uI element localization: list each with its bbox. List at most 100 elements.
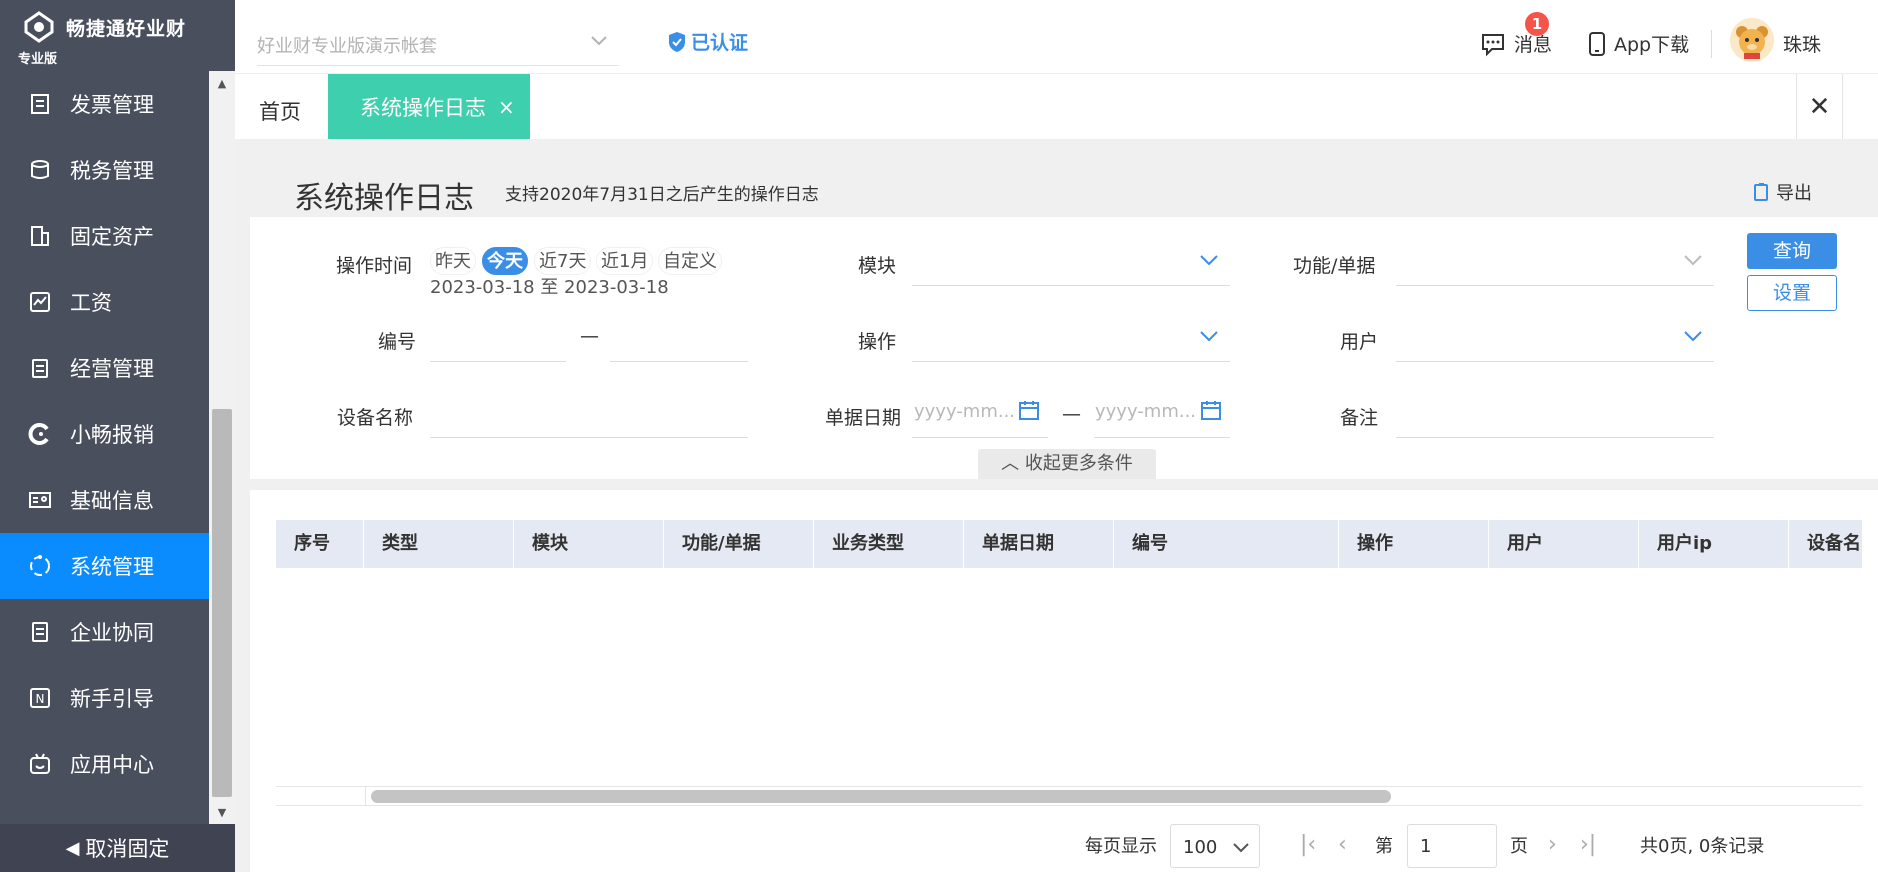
quick-range-yesterday[interactable]: 昨天 — [430, 247, 476, 275]
tab-close-icon[interactable]: × — [498, 95, 515, 119]
module-label: 模块 — [858, 255, 897, 277]
number-end-input[interactable] — [610, 313, 748, 361]
number-start-input[interactable] — [430, 313, 566, 361]
quick-range-1month[interactable]: 近1月 — [596, 247, 654, 275]
sidebar-item-system[interactable]: 系统管理 — [0, 533, 209, 599]
app-download-label: App下载 — [1614, 34, 1690, 56]
doc-date-dash: — — [1062, 403, 1081, 425]
col-header-device[interactable]: 设备名 — [1789, 520, 1862, 568]
op-time-label: 操作时间 — [336, 255, 413, 277]
user-label: 用户 — [1340, 331, 1379, 353]
tab-home[interactable]: 首页 — [259, 96, 301, 126]
quick-range-today[interactable]: 今天 — [482, 247, 528, 275]
col-header-type[interactable]: 类型 — [364, 520, 514, 568]
last-page-icon[interactable]: ›| — [1580, 832, 1596, 857]
col-header-function[interactable]: 功能/单据 — [664, 520, 814, 568]
settings-button[interactable]: 设置 — [1747, 275, 1837, 311]
verified-label: 已认证 — [691, 32, 749, 54]
chevron-down-icon — [1233, 843, 1249, 853]
remark-input[interactable] — [1396, 389, 1714, 437]
app-download-button[interactable]: App下载 — [1588, 30, 1689, 57]
remark-label: 备注 — [1340, 407, 1379, 429]
next-page-icon[interactable]: › — [1548, 832, 1557, 857]
col-header-user-ip[interactable]: 用户ip — [1639, 520, 1789, 568]
phone-icon — [1589, 31, 1605, 56]
quick-range-custom[interactable]: 自定义 — [658, 247, 722, 275]
sidebar-scrollbar[interactable]: ▲ ▼ — [209, 71, 235, 824]
doc-date-start-input[interactable]: yyyy-mm... — [914, 401, 1015, 422]
col-header-number[interactable]: 编号 — [1114, 520, 1339, 568]
tab-label: 系统操作日志 — [360, 96, 486, 120]
calendar-icon[interactable] — [1200, 399, 1222, 421]
tab-more-button[interactable] — [1842, 74, 1878, 140]
page-subtitle: 支持2020年7月31日之后产生的操作日志 — [505, 185, 819, 205]
user-select[interactable] — [1396, 313, 1714, 361]
device-input[interactable] — [430, 389, 748, 437]
doc-date-end-input[interactable]: yyyy-mm... — [1095, 401, 1196, 422]
sidebar-item-label: 固定资产 — [70, 225, 154, 249]
tax-icon — [26, 156, 54, 184]
chevron-down-icon — [1684, 255, 1702, 266]
sidebar-item-collab[interactable]: 企业协同 — [0, 599, 209, 665]
sidebar-item-guide[interactable]: N 新手引导 — [0, 665, 209, 731]
avatar[interactable] — [1730, 18, 1774, 62]
page-title: 系统操作日志 — [294, 181, 474, 216]
sidebar-item-reimburse[interactable]: 小畅报销 — [0, 401, 209, 467]
per-page-select[interactable]: 100 — [1170, 824, 1260, 868]
user-underline — [1396, 361, 1714, 362]
number-label: 编号 — [378, 331, 417, 353]
sidebar-item-salary[interactable]: 工资 — [0, 269, 209, 335]
col-header-doc-date[interactable]: 单据日期 — [964, 520, 1114, 568]
operation-underline — [912, 361, 1230, 362]
sidebar-item-tax[interactable]: 税务管理 — [0, 137, 209, 203]
col-header-index[interactable]: 序号 — [276, 520, 364, 568]
function-select[interactable] — [1396, 237, 1714, 285]
chevron-up-icon: ︿ — [1001, 453, 1025, 474]
query-button[interactable]: 查询 — [1747, 233, 1837, 269]
sidebar-item-basic-info[interactable]: 基础信息 — [0, 467, 209, 533]
collapse-conditions-button[interactable]: ︿ 收起更多条件 — [978, 449, 1156, 479]
device-underline — [430, 437, 748, 438]
unpin-sidebar-button[interactable]: ◀ 取消固定 — [0, 824, 235, 872]
building-icon — [26, 222, 54, 250]
tab-bar: 首页 系统操作日志 × ✕ — [235, 73, 1878, 140]
scroll-down-arrow-icon[interactable]: ▼ — [209, 806, 235, 820]
calendar-icon[interactable] — [1018, 399, 1040, 421]
close-all-tabs-icon[interactable]: ✕ — [1796, 74, 1842, 140]
device-label: 设备名称 — [337, 407, 414, 429]
col-header-user[interactable]: 用户 — [1489, 520, 1639, 568]
tab-operation-log[interactable]: 系统操作日志 × — [328, 74, 530, 140]
scroll-up-arrow-icon[interactable]: ▲ — [209, 77, 235, 91]
col-header-operation[interactable]: 操作 — [1339, 520, 1489, 568]
edition-label: 专业版 — [18, 52, 58, 67]
svg-text:N: N — [36, 692, 45, 706]
number-end-underline — [610, 361, 748, 362]
export-icon — [1754, 183, 1768, 201]
quick-range-7days[interactable]: 近7天 — [534, 247, 592, 275]
messages-badge: 1 — [1525, 12, 1549, 36]
first-page-icon[interactable]: |‹ — [1300, 832, 1316, 857]
sidebar-item-business[interactable]: 经营管理 — [0, 335, 209, 401]
table-header: 序号 类型 模块 功能/单据 业务类型 单据日期 编号 操作 用户 用户ip 设… — [276, 520, 1862, 568]
module-select[interactable] — [912, 237, 1230, 285]
table-horizontal-scrollbar[interactable] — [276, 786, 1862, 806]
pagination-summary: 共0页, 0条记录 — [1640, 836, 1765, 857]
sidebar-item-label: 发票管理 — [70, 93, 154, 117]
export-button[interactable]: 导出 — [1752, 179, 1812, 205]
operation-select[interactable] — [912, 313, 1230, 361]
sidebar-item-label: 应用中心 — [70, 753, 154, 777]
scroll-thumb[interactable] — [371, 790, 1391, 803]
per-page-value: 100 — [1183, 837, 1218, 858]
sidebar-item-app-center[interactable]: 应用中心 — [0, 731, 209, 797]
page-number-input[interactable]: 1 — [1407, 824, 1497, 868]
verified-badge[interactable]: 已认证 — [667, 28, 748, 55]
sidebar-item-assets[interactable]: 固定资产 — [0, 203, 209, 269]
prev-page-icon[interactable]: ‹ — [1338, 832, 1347, 857]
col-header-business-type[interactable]: 业务类型 — [814, 520, 964, 568]
remark-underline — [1396, 437, 1714, 438]
username[interactable]: 珠珠 — [1783, 30, 1821, 57]
sidebar-item-invoice[interactable]: 发票管理 — [0, 71, 209, 137]
account-select[interactable]: 好业财专业版演示帐套 — [257, 22, 619, 66]
col-header-module[interactable]: 模块 — [514, 520, 664, 568]
scroll-thumb[interactable] — [212, 409, 232, 797]
